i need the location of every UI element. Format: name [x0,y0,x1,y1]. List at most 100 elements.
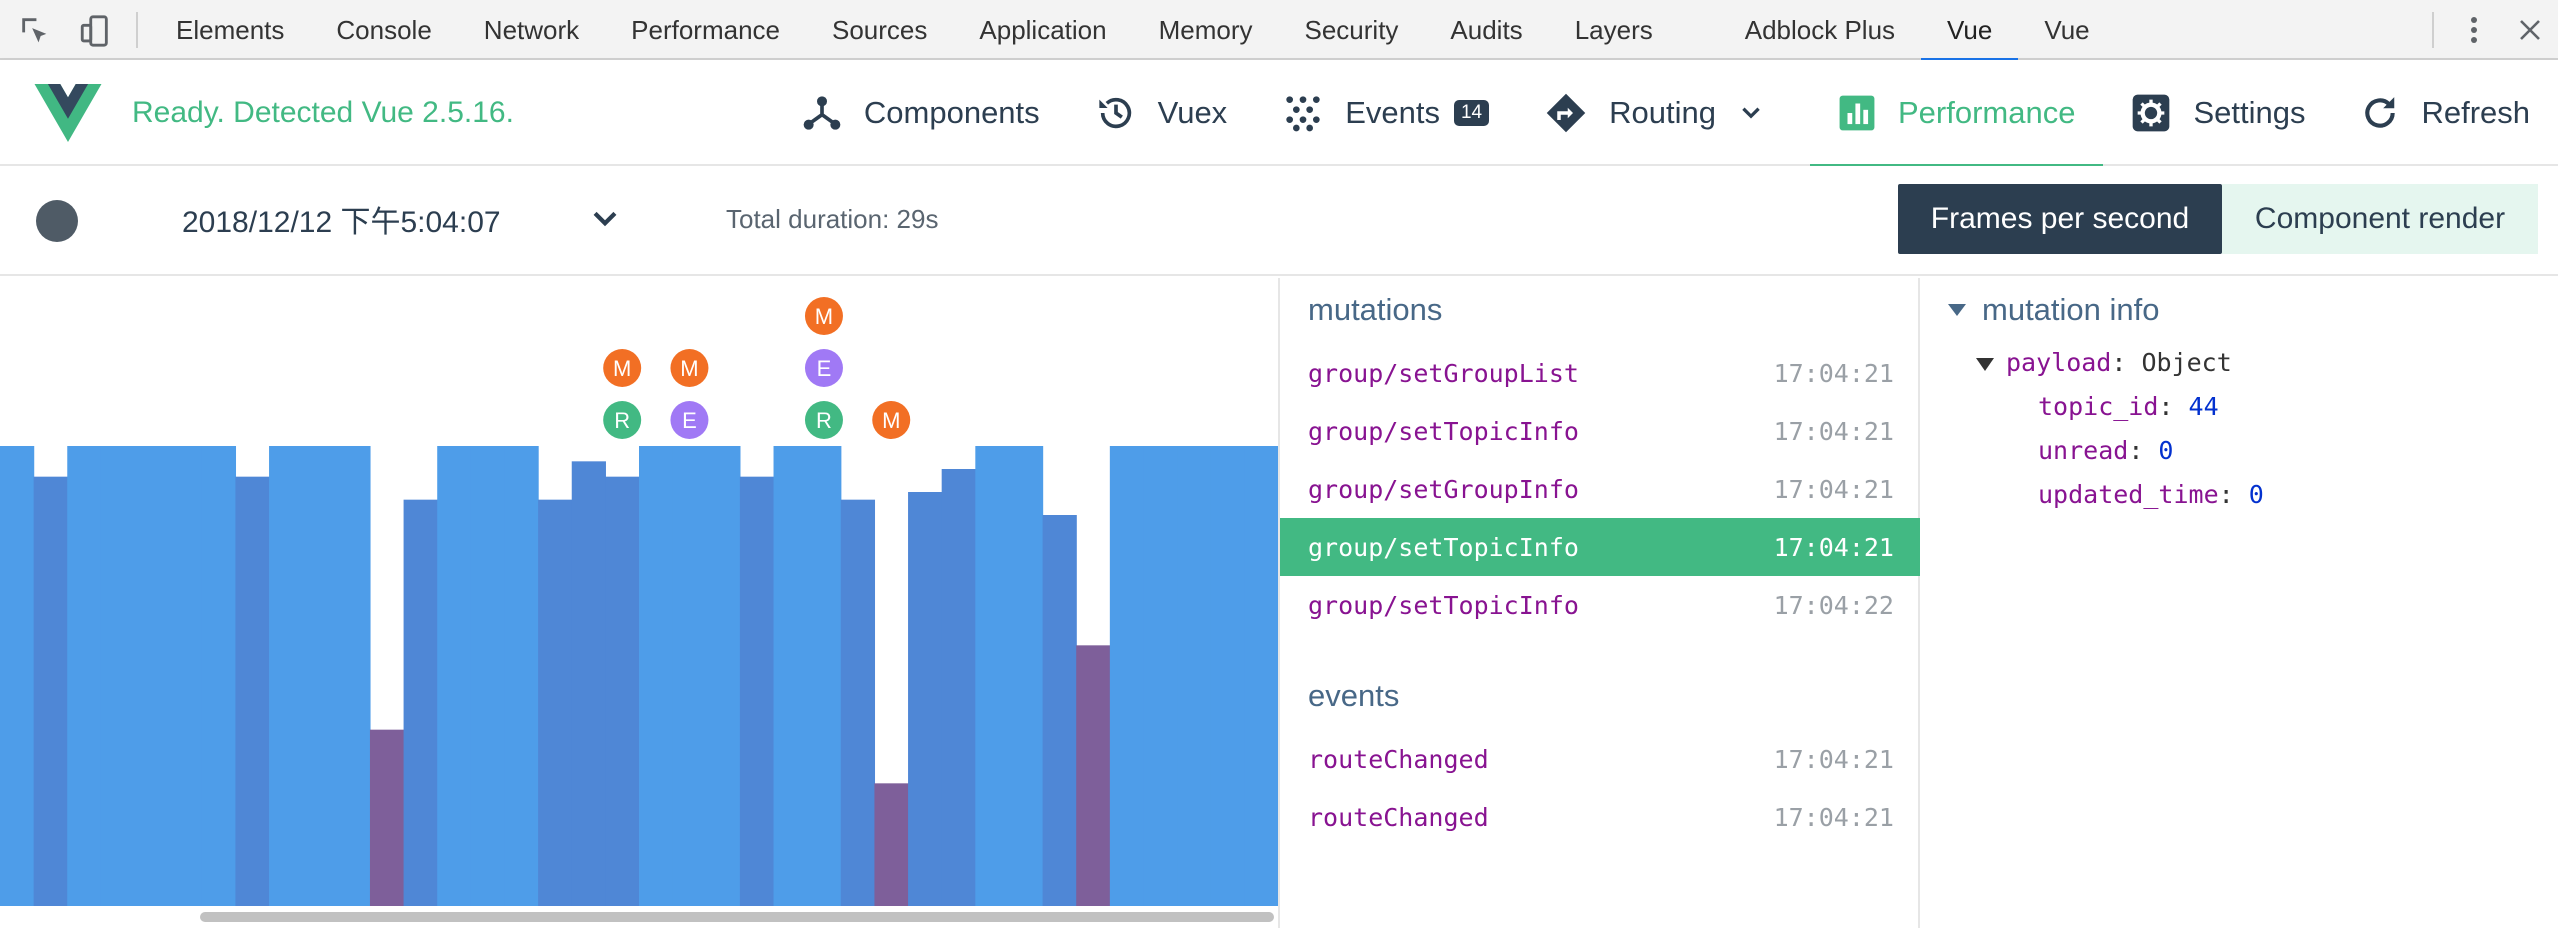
fps-bar[interactable] [0,446,35,906]
nav-routing-label: Routing [1609,95,1716,130]
fps-bar[interactable] [504,446,539,906]
nav-refresh-label: Refresh [2421,95,2530,130]
horizontal-scrollbar[interactable] [200,912,1274,922]
fps-bar[interactable] [538,499,573,906]
fps-bar[interactable] [605,476,640,906]
fps-bar[interactable] [201,446,237,906]
fps-bar[interactable] [1244,446,1278,906]
field-key: updated_time [2038,480,2219,509]
fps-bar[interactable] [470,446,506,906]
payload-node[interactable]: payload: Object [1976,348,2232,377]
chevron-down-icon[interactable] [588,202,622,236]
payload-field: unread: 0 [2038,436,2174,465]
marker-label: M [680,356,698,381]
fps-bar[interactable] [672,446,707,906]
mutation-row-selected[interactable]: group/setTopicInfo 17:04:21 [1280,518,1920,576]
fps-bar[interactable] [235,476,270,906]
vue-nav: Components Vuex Events 14 Routing Perfor… [774,60,2558,168]
fps-bar[interactable] [639,446,674,906]
fps-tab-button[interactable]: Frames per second [1898,184,2222,254]
timeline-marker[interactable]: E [670,401,709,439]
nav-refresh[interactable]: Refresh [2333,60,2558,166]
devtools-tab-audits[interactable]: Audits [1424,0,1548,60]
fps-bar[interactable] [1210,446,1245,906]
collapse-caret-icon[interactable] [1948,304,1966,316]
devtools-tab-performance[interactable]: Performance [605,0,806,60]
field-value: 0 [2158,436,2174,465]
marker-label: E [682,408,697,433]
nav-vuex[interactable]: Vuex [1068,60,1256,166]
fps-bar[interactable] [975,446,1010,906]
marker-label: M [882,408,900,433]
devtools-tab-memory[interactable]: Memory [1133,0,1279,60]
nav-events[interactable]: Events 14 [1255,60,1517,166]
mutation-row[interactable]: group/setGroupInfo 17:04:21 [1280,460,1920,518]
fps-bar[interactable] [773,446,808,906]
fps-bar[interactable] [1143,446,1178,906]
record-button[interactable] [36,200,78,242]
fps-bar[interactable] [941,469,976,906]
fps-bar[interactable] [134,446,169,906]
fps-bar[interactable] [1177,446,1212,906]
fps-bar[interactable] [1076,645,1111,906]
mutation-name: group/setTopicInfo [1308,532,1579,562]
devtools-tab-vue[interactable]: Vue [1921,0,2019,62]
fps-bar[interactable] [302,446,337,906]
timeline-marker[interactable]: M [603,349,642,387]
fps-bar[interactable] [571,461,606,906]
fps-bar[interactable] [908,492,943,906]
timeline-marker[interactable]: E [804,349,843,387]
fps-bar[interactable] [840,499,876,906]
devtools-tab-security[interactable]: Security [1279,0,1425,60]
component-render-tab-button[interactable]: Component render [2222,184,2538,254]
fps-bar[interactable] [1008,446,1044,906]
mutation-row[interactable]: group/setTopicInfo 17:04:22 [1280,576,1920,634]
timeline-marker[interactable]: R [804,401,843,439]
mutation-row[interactable]: group/setGroupList 17:04:21 [1280,344,1920,402]
fps-bar[interactable] [100,446,136,906]
timeline-marker[interactable]: M [804,297,843,335]
fps-bar[interactable] [403,499,438,906]
devtools-tab-network[interactable]: Network [458,0,605,60]
more-vertical-icon[interactable] [2446,0,2502,60]
fps-bar[interactable] [807,446,842,906]
fps-bar[interactable] [67,446,102,906]
device-toolbar-icon[interactable] [76,12,114,50]
devtools-tab-application[interactable]: Application [953,0,1132,60]
field-key: topic_id [2038,392,2159,421]
nav-settings[interactable]: Settings [2103,60,2333,166]
event-row[interactable]: routeChanged 17:04:21 [1280,788,1920,846]
fps-bar[interactable] [168,446,203,906]
fps-bar[interactable] [269,446,304,906]
fps-bar[interactable] [33,476,68,906]
fps-bar[interactable] [1109,446,1145,906]
devtools-tabs: Elements Console Network Performance Sou… [150,0,2116,62]
fps-chart[interactable]: M R M E M E R M [0,278,1278,928]
events-count-badge: 14 [1453,100,1490,126]
fps-bar[interactable] [369,729,405,906]
timeline-marker[interactable]: M [670,349,709,387]
devtools-tab-console[interactable]: Console [310,0,457,60]
devtools-tab-sources[interactable]: Sources [806,0,953,60]
fps-bar[interactable] [874,783,909,906]
nav-performance[interactable]: Performance [1809,60,2104,168]
fps-bar[interactable] [706,446,741,906]
event-row[interactable]: routeChanged 17:04:21 [1280,730,1920,788]
timeline-marker[interactable]: M [872,401,911,439]
devtools-tab-adblock-plus[interactable]: Adblock Plus [1719,0,1921,60]
timeline-marker[interactable]: R [603,401,642,439]
inspect-element-icon[interactable] [16,12,54,50]
close-icon[interactable] [2502,0,2558,60]
devtools-tab-elements[interactable]: Elements [150,0,310,60]
devtools-tab-layers[interactable]: Layers [1549,0,1679,60]
fps-bar[interactable] [1042,515,1077,906]
nav-components[interactable]: Components [774,60,1068,166]
fps-bar[interactable] [739,476,775,906]
mutation-row[interactable]: group/setTopicInfo 17:04:21 [1280,402,1920,460]
devtools-tab-vue-2[interactable]: Vue [2018,0,2115,60]
fps-bar[interactable] [437,446,472,906]
nav-routing[interactable]: Routing [1517,60,1792,166]
mutation-name: group/setGroupList [1308,358,1579,388]
recording-select[interactable]: 2018/12/12 下午5:04:07 [182,196,501,242]
fps-bar[interactable] [336,446,371,906]
